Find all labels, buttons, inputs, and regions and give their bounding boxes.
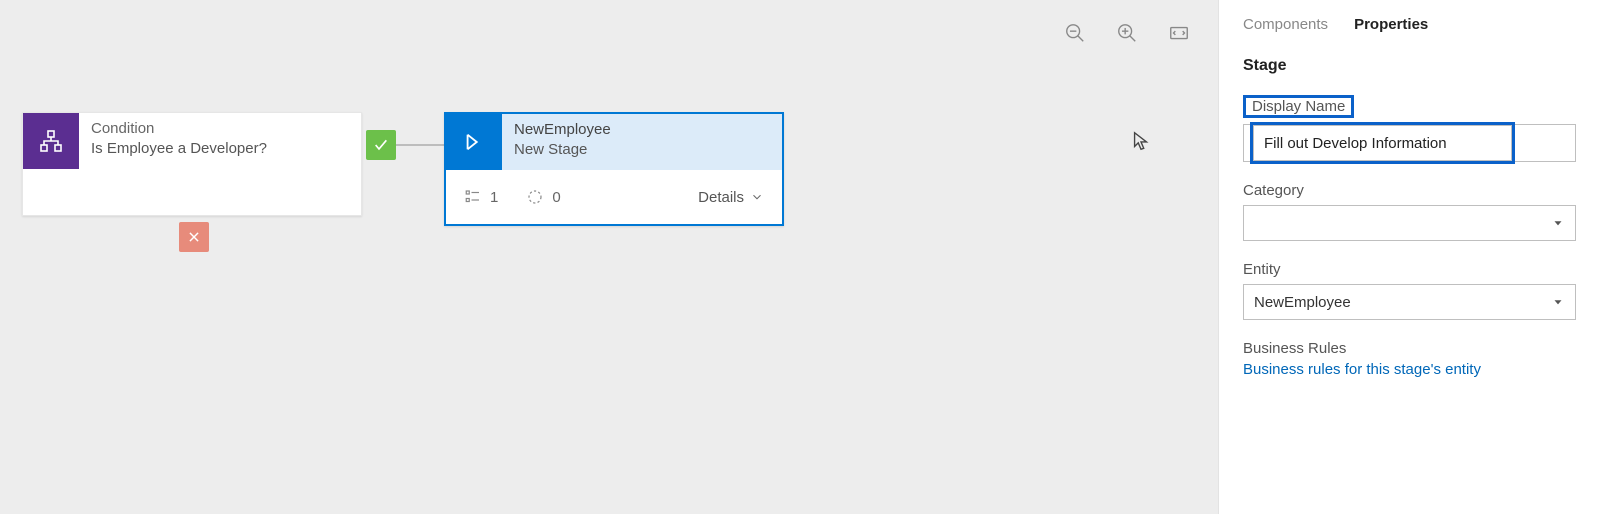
- panel-section-title: Stage: [1243, 57, 1576, 75]
- entity-label: Entity: [1243, 261, 1281, 278]
- chevron-down-icon: [1551, 295, 1565, 309]
- display-name-input-outer: [1243, 124, 1576, 162]
- processes-count: 0: [526, 188, 560, 206]
- display-name-input[interactable]: [1253, 125, 1512, 161]
- entity-select[interactable]: NewEmployee: [1243, 284, 1576, 320]
- display-name-highlight: [1250, 122, 1515, 164]
- cursor-icon: [1130, 130, 1152, 152]
- zoom-out-icon[interactable]: [1064, 22, 1086, 49]
- display-name-field: Display Name: [1243, 95, 1576, 162]
- category-label: Category: [1243, 182, 1304, 199]
- entity-field: Entity NewEmployee: [1243, 261, 1576, 320]
- condition-node[interactable]: Condition Is Employee a Developer?: [22, 112, 362, 216]
- category-select[interactable]: [1243, 205, 1576, 241]
- canvas-toolbar: [1064, 22, 1190, 49]
- tab-components[interactable]: Components: [1243, 16, 1328, 33]
- details-toggle[interactable]: Details: [698, 189, 764, 206]
- panel-tabs: Components Properties: [1243, 16, 1576, 33]
- steps-count-value: 1: [490, 189, 498, 206]
- stage-body: 1 0 Details: [446, 170, 782, 224]
- properties-panel: Components Properties Stage Display Name…: [1218, 0, 1600, 514]
- branch-icon: [23, 113, 79, 169]
- condition-header: Condition Is Employee a Developer?: [23, 113, 361, 169]
- steps-count: 1: [464, 188, 498, 206]
- category-field: Category: [1243, 182, 1576, 241]
- stage-entity-label: NewEmployee: [514, 120, 611, 140]
- connector-line: [396, 144, 444, 146]
- condition-no-badge[interactable]: [179, 222, 209, 252]
- fit-screen-icon[interactable]: [1168, 22, 1190, 49]
- condition-labels: Condition Is Employee a Developer?: [79, 113, 279, 169]
- tab-properties[interactable]: Properties: [1354, 16, 1428, 33]
- display-name-label: Display Name: [1243, 95, 1354, 118]
- details-label: Details: [698, 189, 744, 206]
- condition-type-label: Condition: [91, 119, 267, 139]
- zoom-in-icon[interactable]: [1116, 22, 1138, 49]
- stage-name-label: New Stage: [514, 140, 611, 160]
- designer-canvas[interactable]: Condition Is Employee a Developer? NewEm…: [0, 0, 1218, 514]
- stage-header: NewEmployee New Stage: [446, 114, 782, 170]
- stage-labels: NewEmployee New Stage: [502, 114, 623, 170]
- entity-value: NewEmployee: [1254, 294, 1351, 311]
- process-icon: [526, 188, 544, 206]
- business-rules-link[interactable]: Business rules for this stage's entity: [1243, 361, 1576, 378]
- business-rules-field: Business Rules Business rules for this s…: [1243, 340, 1576, 378]
- chevron-down-icon: [1551, 216, 1565, 230]
- chevron-down-icon: [750, 190, 764, 204]
- stage-body-left: 1 0: [464, 188, 561, 206]
- condition-name-label: Is Employee a Developer?: [91, 139, 267, 159]
- chevron-stage-icon: [446, 114, 502, 170]
- processes-count-value: 0: [552, 189, 560, 206]
- business-rules-label: Business Rules: [1243, 340, 1576, 357]
- steps-icon: [464, 188, 482, 206]
- condition-yes-badge[interactable]: [366, 130, 396, 160]
- stage-node[interactable]: NewEmployee New Stage 1 0 Details: [444, 112, 784, 226]
